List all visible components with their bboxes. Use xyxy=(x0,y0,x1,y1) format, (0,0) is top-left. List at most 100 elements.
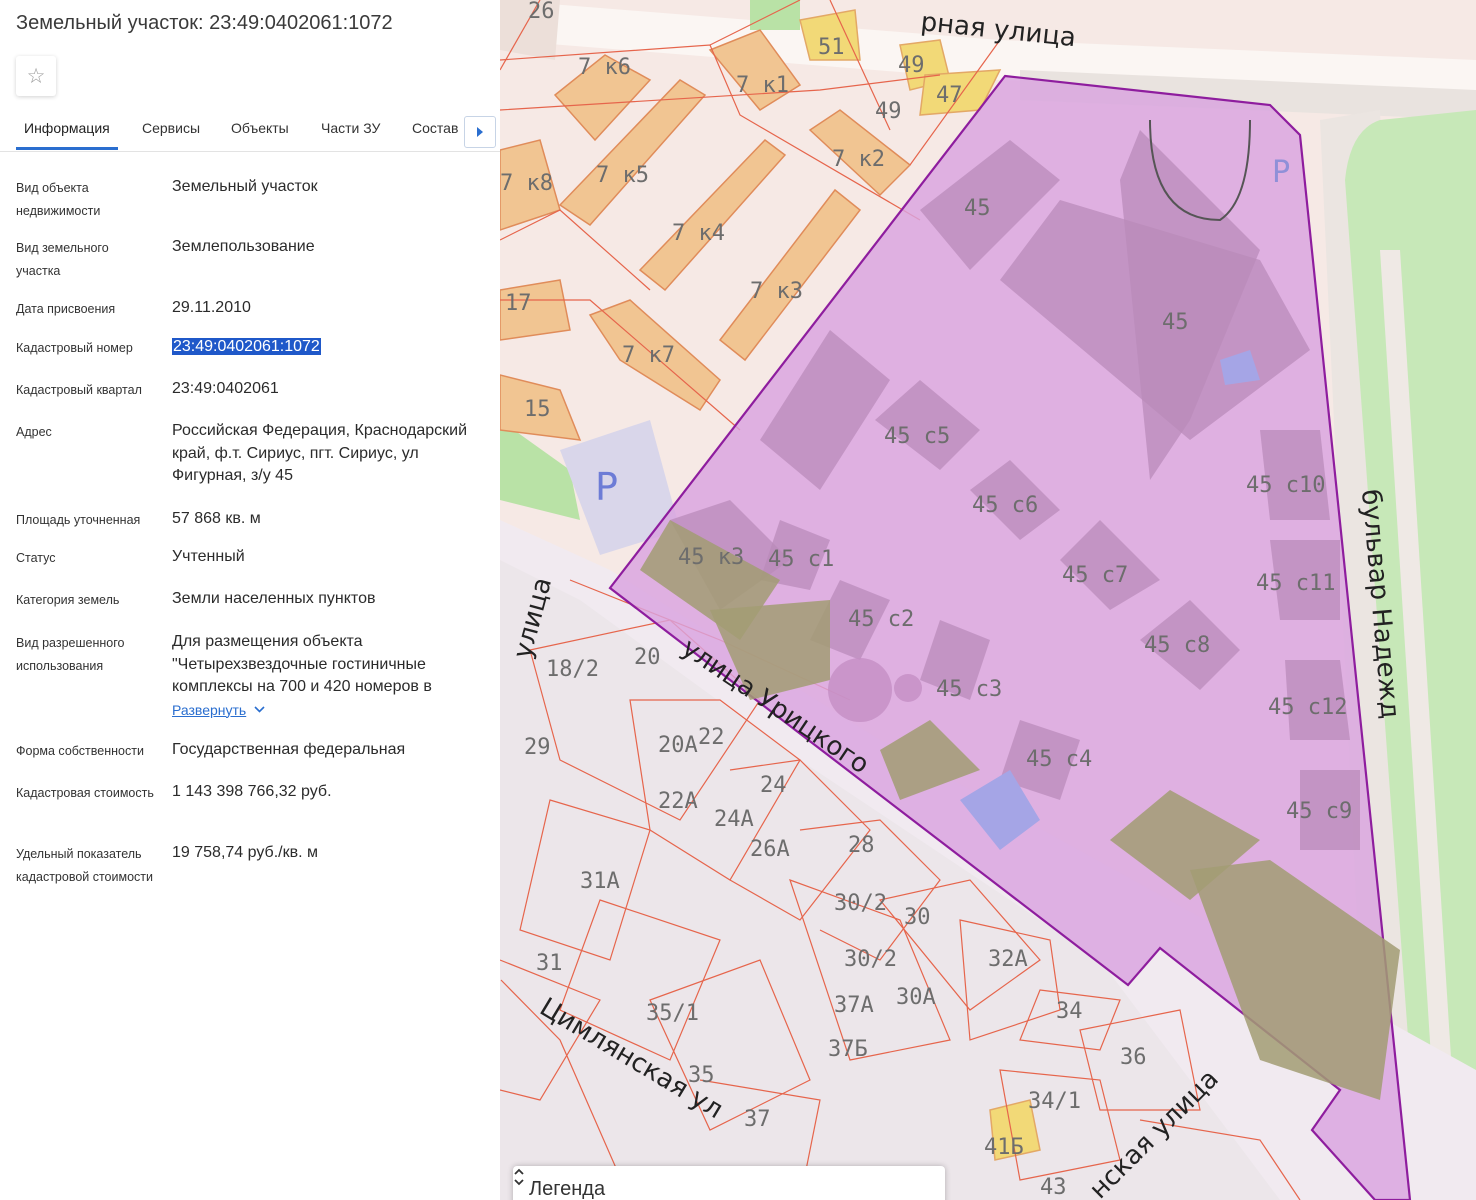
svg-text:45 к3: 45 к3 xyxy=(678,545,744,570)
svg-text:24А: 24А xyxy=(714,807,754,832)
svg-text:26: 26 xyxy=(528,0,555,24)
svg-text:7 к6: 7 к6 xyxy=(578,55,631,80)
svg-text:45 с11: 45 с11 xyxy=(1256,571,1335,596)
svg-text:18/2: 18/2 xyxy=(546,657,599,682)
page-title: Земельный участок: 23:49:0402061:1072 xyxy=(16,12,393,34)
svg-text:30/2: 30/2 xyxy=(844,947,897,972)
field-value: 57 868 кв. м xyxy=(172,510,261,527)
chevron-down-icon xyxy=(254,706,265,713)
field-value: Государственная федеральная xyxy=(172,741,406,758)
field-label: Кадастровый номер xyxy=(16,341,133,355)
field-label: Вид объекта недвижимости xyxy=(16,181,101,218)
expand-label: Развернуть xyxy=(172,701,247,718)
svg-text:7 к8: 7 к8 xyxy=(500,171,553,196)
field-value: Землепользование xyxy=(172,238,315,255)
svg-text:49: 49 xyxy=(875,99,902,124)
tab-bar: Информация Сервисы Объекты Части ЗУ Сост… xyxy=(0,111,500,152)
map-canvas[interactable]: 26 51 49 49 47 7 к6 7 к1 7 к5 7 к8 7 к2 … xyxy=(500,0,1476,1200)
field-value: Российская Федерация, Краснодарский край… xyxy=(172,422,468,484)
favorite-star-button[interactable]: ☆ xyxy=(16,56,56,96)
field-value: 19 758,74 руб./кв. м xyxy=(172,844,318,861)
tab-objects[interactable]: Объекты xyxy=(231,120,289,136)
svg-text:49: 49 xyxy=(898,53,925,78)
field-label: Форма собственности xyxy=(16,744,144,758)
field-value: 29.11.2010 xyxy=(172,299,251,316)
field-label: Вид разрешенного использования xyxy=(16,636,125,673)
svg-text:45: 45 xyxy=(964,196,991,221)
svg-text:45 с8: 45 с8 xyxy=(1144,633,1210,658)
svg-text:30А: 30А xyxy=(896,985,936,1010)
caret-right-icon xyxy=(477,127,483,137)
tab-info[interactable]: Информация xyxy=(24,120,110,136)
svg-text:35/1: 35/1 xyxy=(646,1001,699,1026)
svg-text:34: 34 xyxy=(1056,999,1083,1024)
svg-text:45 с7: 45 с7 xyxy=(1062,563,1128,588)
field-value: 1 143 398 766,32 руб. xyxy=(172,783,332,800)
svg-text:29: 29 xyxy=(524,735,551,760)
star-icon: ☆ xyxy=(26,64,46,88)
field-label: Категория земель xyxy=(16,593,120,607)
field-label: Вид земельного участка xyxy=(16,241,109,278)
tabs-scroll-right-button[interactable] xyxy=(464,116,496,148)
cadastral-map[interactable]: 26 51 49 49 47 7 к6 7 к1 7 к5 7 к8 7 к2 … xyxy=(500,0,1476,1200)
svg-text:30/2: 30/2 xyxy=(834,891,887,916)
active-tab-indicator xyxy=(16,147,118,150)
svg-text:45: 45 xyxy=(1162,310,1189,335)
svg-text:45 с3: 45 с3 xyxy=(936,677,1002,702)
svg-text:17: 17 xyxy=(505,291,532,316)
info-panel: Земельный участок: 23:49:0402061:1072 ☆ … xyxy=(0,0,500,1200)
field-label: Кадастровая стоимость xyxy=(16,786,154,800)
field-label: Дата присвоения xyxy=(16,302,116,316)
svg-text:7 к1: 7 к1 xyxy=(736,73,789,98)
svg-text:7 к7: 7 к7 xyxy=(622,343,675,368)
svg-text:22: 22 xyxy=(698,725,725,750)
field-label: Статус xyxy=(16,551,56,565)
svg-text:37: 37 xyxy=(744,1107,771,1132)
svg-text:34/1: 34/1 xyxy=(1028,1089,1081,1114)
svg-text:26А: 26А xyxy=(750,837,790,862)
svg-text:30: 30 xyxy=(904,905,931,930)
svg-text:22А: 22А xyxy=(658,789,698,814)
svg-text:45 с9: 45 с9 xyxy=(1286,799,1352,824)
svg-text:7 к3: 7 к3 xyxy=(750,279,803,304)
field-value: Для размещения объекта "Четырехзвездочны… xyxy=(172,633,432,695)
svg-text:45 с4: 45 с4 xyxy=(1026,747,1092,772)
svg-text:37А: 37А xyxy=(834,993,874,1018)
field-label: Адрес xyxy=(16,425,52,439)
svg-text:24: 24 xyxy=(760,773,787,798)
field-label: Площадь уточненная xyxy=(16,513,141,527)
tab-parts[interactable]: Части ЗУ xyxy=(321,120,380,136)
svg-text:45 с6: 45 с6 xyxy=(972,493,1038,518)
cadastral-number-selected[interactable]: 23:49:0402061:1072 xyxy=(172,338,321,355)
svg-text:P: P xyxy=(595,465,618,509)
svg-text:15: 15 xyxy=(524,397,551,422)
legend-label: Легенда xyxy=(529,1178,606,1200)
legend-panel[interactable]: Легенда xyxy=(513,1166,945,1200)
svg-text:47: 47 xyxy=(936,83,963,108)
expand-link[interactable]: Развернуть xyxy=(172,699,265,722)
field-value: Земельный участок xyxy=(172,178,318,195)
svg-text:43: 43 xyxy=(1040,1175,1067,1200)
svg-text:7 к2: 7 к2 xyxy=(832,147,885,172)
svg-text:7 к4: 7 к4 xyxy=(672,221,725,246)
svg-text:45 с10: 45 с10 xyxy=(1246,473,1325,498)
svg-text:31А: 31А xyxy=(580,869,620,894)
field-value: 23:49:0402061 xyxy=(172,380,279,397)
field-value: Учтенный xyxy=(172,548,245,565)
svg-text:7 к5: 7 к5 xyxy=(596,163,649,188)
svg-text:45 с12: 45 с12 xyxy=(1268,695,1347,720)
svg-text:28: 28 xyxy=(848,833,875,858)
svg-text:32А: 32А xyxy=(988,947,1028,972)
svg-text:45 с1: 45 с1 xyxy=(768,547,834,572)
tab-services[interactable]: Сервисы xyxy=(142,120,200,136)
svg-text:51: 51 xyxy=(818,35,845,60)
expand-collapse-icon xyxy=(514,1168,524,1186)
field-label: Удельный показатель кадастровой стоимост… xyxy=(16,847,153,884)
svg-text:45 с5: 45 с5 xyxy=(884,424,950,449)
tab-composition[interactable]: Состав xyxy=(412,120,458,136)
field-value: Земли населенных пунктов xyxy=(172,590,376,607)
svg-text:45 с2: 45 с2 xyxy=(848,607,914,632)
svg-text:P: P xyxy=(1272,155,1290,190)
svg-text:31: 31 xyxy=(536,951,563,976)
field-label: Кадастровый квартал xyxy=(16,383,142,397)
